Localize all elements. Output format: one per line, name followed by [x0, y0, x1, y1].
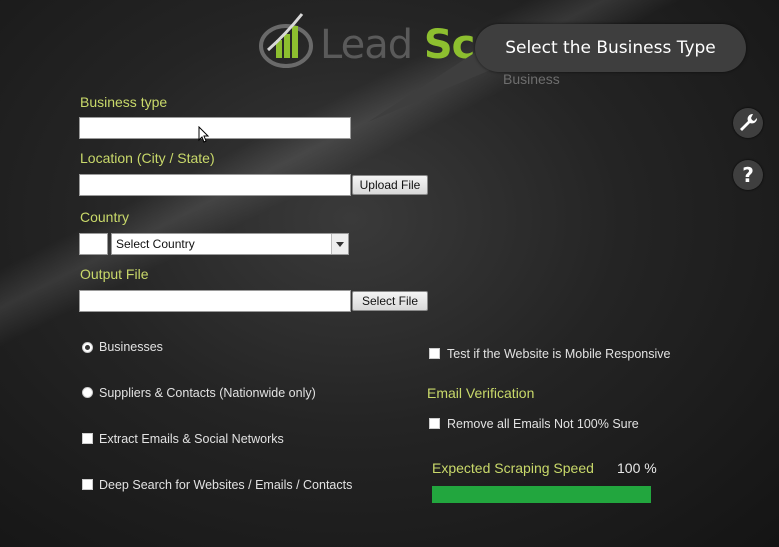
business-type-input[interactable]: [79, 117, 351, 139]
speed-progress-bar: [432, 486, 651, 503]
mouse-cursor-icon: [198, 126, 210, 143]
upload-file-button[interactable]: Upload File: [352, 175, 428, 195]
country-code-input[interactable]: [79, 233, 108, 255]
output-file-input[interactable]: [79, 290, 351, 312]
suppliers-option-label: Suppliers & Contacts (Nationwide only): [99, 386, 316, 400]
country-select-value: Select Country: [116, 237, 195, 251]
help-icon: ?: [742, 163, 754, 187]
remove-emails-label: Remove all Emails Not 100% Sure: [447, 417, 639, 431]
speed-progress-fill: [432, 486, 651, 503]
country-label: Country: [80, 209, 130, 225]
business-type-label: Business type: [80, 94, 168, 110]
location-input[interactable]: [79, 174, 351, 196]
mobile-test-label: Test if the Website is Mobile Responsive: [447, 347, 671, 361]
logo-chart-icon: [259, 13, 313, 68]
select-file-button[interactable]: Select File: [352, 291, 428, 311]
help-button[interactable]: ?: [733, 160, 763, 190]
email-verification-heading: Email Verification: [427, 385, 535, 401]
output-file-label: Output File: [80, 266, 149, 282]
speed-label: Expected Scraping Speed: [432, 460, 594, 476]
deep-search-label: Deep Search for Websites / Emails / Cont…: [99, 478, 353, 492]
tooltip-bubble: Select the Business Type: [475, 24, 746, 72]
wrench-icon: [740, 113, 758, 131]
businesses-option-label: Businesses: [99, 340, 163, 354]
location-label: Location (City / State): [80, 150, 215, 166]
extract-emails-checkbox[interactable]: [82, 433, 93, 444]
deep-search-checkbox[interactable]: [82, 479, 93, 490]
settings-button[interactable]: [733, 108, 763, 138]
remove-emails-checkbox[interactable]: [429, 418, 440, 429]
suppliers-radio[interactable]: [82, 387, 93, 398]
speed-value-text: 100 %: [617, 460, 657, 476]
extract-emails-label: Extract Emails & Social Networks: [99, 432, 284, 446]
business-hint-text: Business: [503, 71, 560, 87]
mobile-test-checkbox[interactable]: [429, 348, 440, 359]
businesses-radio[interactable]: [82, 342, 93, 353]
country-select[interactable]: Select Country: [111, 233, 349, 255]
chevron-down-icon: [331, 234, 348, 254]
